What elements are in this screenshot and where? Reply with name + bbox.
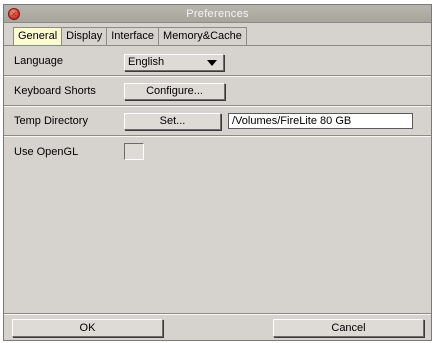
language-selected-value: English: [128, 56, 165, 68]
tab-interface[interactable]: Interface: [106, 27, 160, 45]
use-opengl-row: Use OpenGL: [4, 137, 431, 167]
temp-directory-path-field[interactable]: /Volumes/FireLite 80 GB: [228, 113, 413, 129]
window-title: Preferences: [186, 8, 249, 20]
configure-button[interactable]: Configure...: [124, 83, 225, 100]
use-opengl-checkbox[interactable]: [124, 143, 144, 160]
keyboard-shortcuts-row: Keyboard Shorts Configure...: [4, 77, 431, 107]
footer-divider: [4, 313, 431, 315]
tab-general[interactable]: General: [13, 27, 63, 45]
tab-memory-cache[interactable]: Memory&Cache: [158, 27, 247, 45]
chevron-down-icon: [207, 60, 217, 66]
language-label: Language: [14, 55, 63, 67]
preferences-window: Preferences General Display Interface Me…: [3, 4, 432, 341]
ok-button[interactable]: OK: [12, 319, 163, 337]
tab-bar: General Display Interface Memory&Cache: [13, 27, 247, 45]
temp-directory-label: Temp Directory: [14, 115, 88, 127]
tab-display[interactable]: Display: [61, 27, 108, 45]
keyboard-shortcuts-label: Keyboard Shorts: [14, 85, 96, 97]
use-opengl-label: Use OpenGL: [14, 146, 79, 158]
language-row: Language English: [4, 47, 431, 77]
language-select[interactable]: English: [124, 54, 224, 71]
cancel-button[interactable]: Cancel: [273, 319, 424, 337]
set-directory-button[interactable]: Set...: [124, 113, 221, 130]
title-bar[interactable]: Preferences: [4, 5, 431, 23]
tab-content-border: [4, 45, 431, 46]
